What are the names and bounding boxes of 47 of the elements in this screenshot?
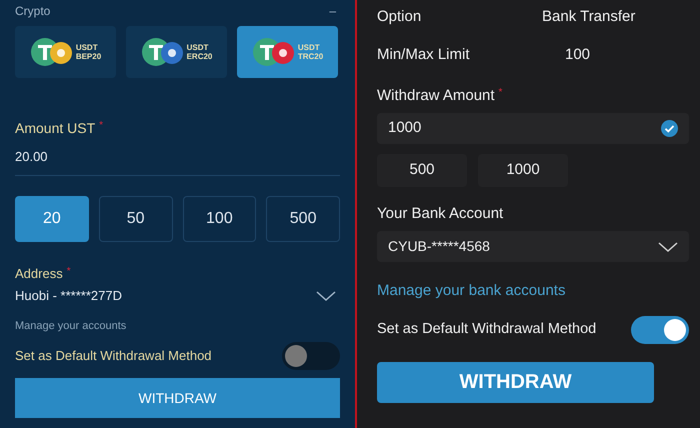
chevron-down-icon bbox=[316, 290, 336, 301]
manage-bank-accounts-link[interactable]: Manage your bank accounts bbox=[377, 280, 689, 302]
section-title: Crypto bbox=[15, 3, 50, 20]
address-select[interactable]: Huobi - ******277D bbox=[15, 286, 340, 306]
field-label: Address bbox=[15, 266, 63, 280]
amount-field[interactable]: 20.00 bbox=[15, 147, 340, 176]
info-value: 100 bbox=[565, 44, 590, 64]
amount-chip[interactable]: 50 bbox=[98, 196, 172, 242]
chevron-down-icon bbox=[658, 242, 678, 252]
bank-account-select[interactable]: CYUB-*****4568 bbox=[377, 231, 689, 262]
toggle-label: Set as Default Withdrawal Method bbox=[377, 320, 596, 339]
coin-option[interactable]: USDT ERC20 bbox=[126, 26, 227, 78]
info-label: Option bbox=[377, 7, 422, 27]
coin-network: BEP20 bbox=[76, 52, 102, 61]
toggle-switch[interactable] bbox=[282, 342, 340, 370]
coin-network: ERC20 bbox=[186, 52, 212, 61]
required-mark: * bbox=[498, 87, 502, 98]
info-label: Min/Max Limit bbox=[377, 44, 471, 64]
required-mark: * bbox=[99, 120, 104, 131]
manage-accounts-link[interactable]: Manage your accounts bbox=[15, 318, 340, 334]
coin-name: USDT bbox=[298, 43, 321, 52]
field-label: Amount UST bbox=[15, 120, 96, 136]
coin-name: USDT bbox=[186, 43, 210, 52]
amount-chip[interactable]: 20 bbox=[15, 196, 89, 242]
withdraw-button[interactable]: WITHDRAW bbox=[377, 362, 654, 402]
info-value: Bank Transfer bbox=[542, 7, 636, 27]
amount-chip[interactable]: 500 bbox=[266, 196, 340, 242]
coin-icon bbox=[140, 37, 185, 67]
select-value: CYUB-*****4568 bbox=[388, 237, 490, 256]
field-label: Withdraw Amount bbox=[377, 87, 495, 104]
coin-icon bbox=[252, 37, 296, 67]
toggle-switch[interactable] bbox=[631, 316, 689, 344]
coin-name: USDT bbox=[76, 43, 99, 52]
amount-chip[interactable]: 100 bbox=[182, 196, 256, 242]
required-mark: * bbox=[66, 266, 71, 276]
withdraw-button[interactable]: WITHDRAW bbox=[15, 378, 340, 418]
collapse-button[interactable]: – bbox=[329, 2, 340, 20]
toggle-label: Set as Default Withdrawal Method bbox=[15, 347, 212, 366]
coin-network: TRC20 bbox=[298, 52, 324, 61]
coin-option[interactable]: USDT BEP20 bbox=[15, 26, 116, 78]
amount-chip[interactable]: 500 bbox=[377, 154, 467, 186]
coin-icon bbox=[30, 37, 74, 67]
amount-field[interactable]: 1000 bbox=[377, 112, 689, 144]
select-value: Huobi - ******277D bbox=[15, 287, 122, 305]
amount-chip[interactable]: 1000 bbox=[478, 154, 568, 186]
field-value: 1000 bbox=[388, 118, 422, 138]
field-label: Your Bank Account bbox=[377, 204, 504, 224]
